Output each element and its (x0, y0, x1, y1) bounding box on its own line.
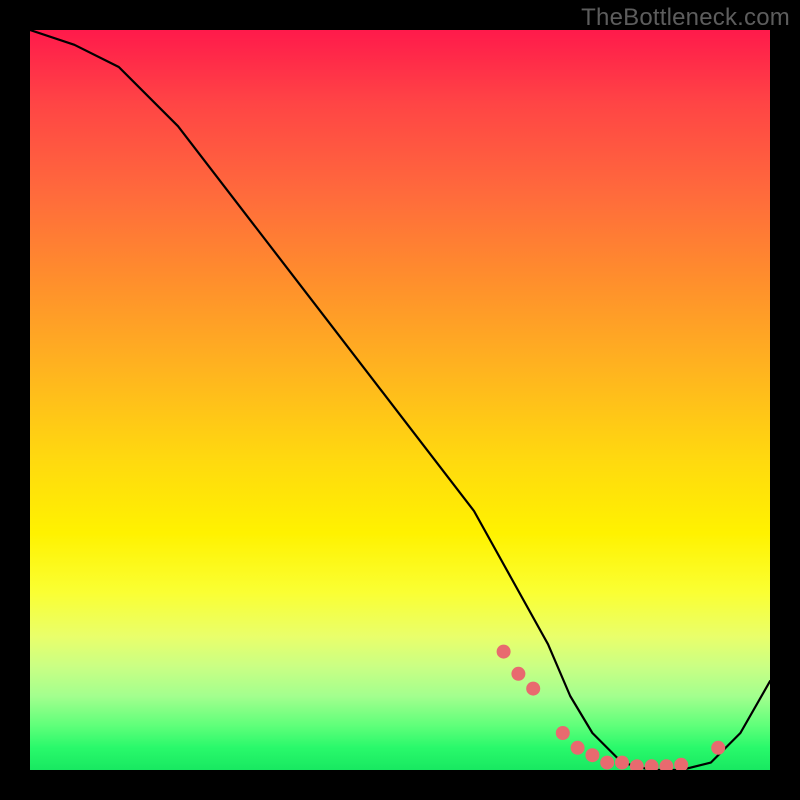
bottleneck-curve (30, 30, 770, 770)
highlight-dot (630, 759, 644, 770)
highlight-dot (585, 748, 599, 762)
chart-svg (30, 30, 770, 770)
highlight-dot (511, 667, 525, 681)
highlight-dot (645, 759, 659, 770)
highlight-dot (615, 756, 629, 770)
highlight-dot (674, 758, 688, 770)
highlight-dot (711, 741, 725, 755)
chart-frame: TheBottleneck.com (0, 0, 800, 800)
plot-area (30, 30, 770, 770)
highlight-dot (571, 741, 585, 755)
watermark-text: TheBottleneck.com (581, 4, 790, 32)
highlight-dot (600, 756, 614, 770)
highlight-dot (526, 682, 540, 696)
highlight-dot (659, 759, 673, 770)
highlight-dot (556, 726, 570, 740)
highlight-dot (497, 645, 511, 659)
